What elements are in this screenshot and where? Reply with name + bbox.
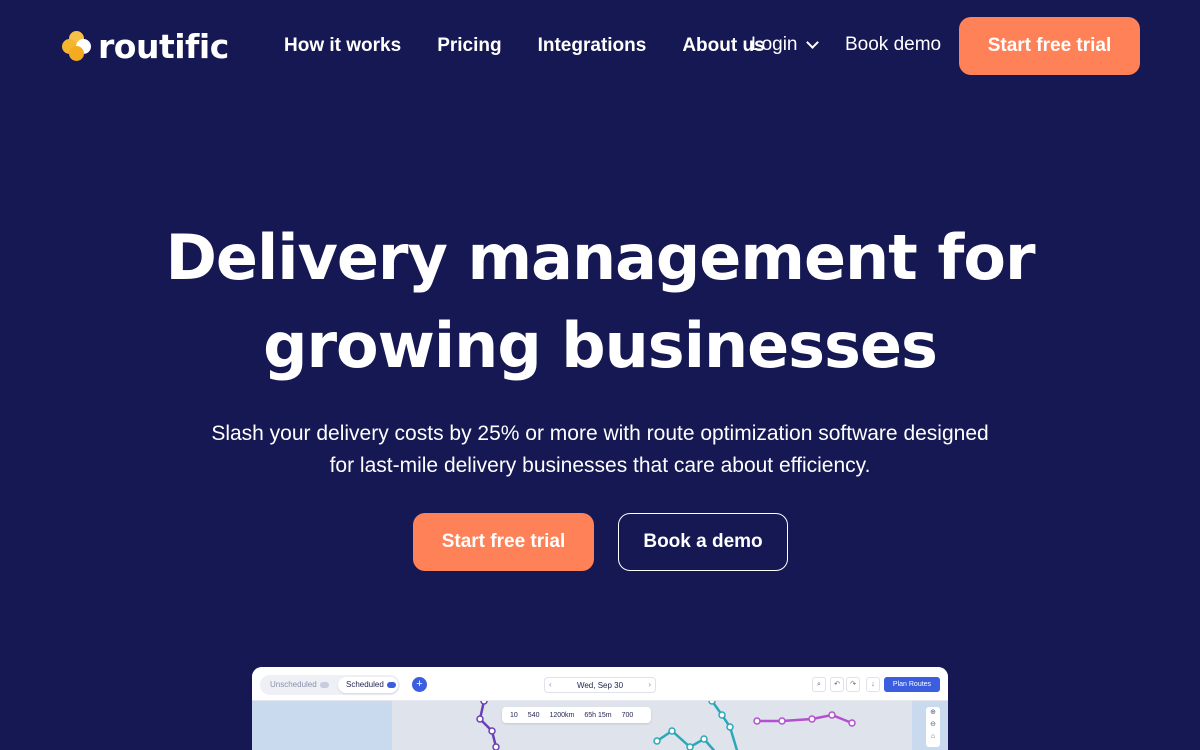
hero-subtitle-line-2: for last-mile delivery businesses that c…: [329, 454, 871, 477]
hero-title-line-1: Delivery management for: [165, 221, 1035, 294]
chevron-down-icon: [805, 36, 819, 49]
plan-routes-button: Plan Routes: [884, 677, 940, 692]
logo-text: routific: [98, 26, 229, 66]
nav-links: How it works Pricing Integrations About …: [284, 34, 801, 58]
map-water: [252, 701, 392, 750]
route-stop-4-4: [700, 735, 708, 743]
route-stop-4-2: [668, 727, 676, 735]
app-preview-toolbar: Unscheduled Scheduled + ‹ Wed, Sep 30 › …: [252, 667, 948, 701]
top-nav: routific How it works Pricing Integratio…: [0, 0, 1200, 92]
hero-subtitle: Slash your delivery costs by 25% or more…: [200, 418, 1000, 482]
route-stop-3-5: [848, 719, 856, 727]
route-line-1: [478, 701, 498, 750]
route-stop-3-2: [778, 717, 786, 725]
hero-title: Delivery management for growing business…: [100, 214, 1100, 390]
stat-stops: 540: [527, 711, 540, 719]
nav-link-how-it-works[interactable]: How it works: [284, 35, 401, 57]
add-icon: +: [412, 677, 427, 692]
date-picker: ‹ Wed, Sep 30 ›: [544, 677, 656, 693]
stat-distance: 1200km: [549, 711, 575, 719]
route-stop-1-1: [480, 701, 488, 705]
route-stop-2-1: [708, 701, 716, 705]
stat-drivers: 10: [510, 711, 518, 719]
hero-subtitle-line-1: Slash your delivery costs by 25% or more…: [211, 422, 989, 445]
unscheduled-count-badge: [319, 682, 330, 688]
route-stop-1-2: [476, 715, 484, 723]
route-stop-1-3: [488, 727, 496, 735]
date-label: Wed, Sep 30: [576, 681, 624, 690]
route-stop-2-2: [718, 711, 726, 719]
nav-link-pricing[interactable]: Pricing: [437, 35, 501, 57]
undo-icon: ↶: [830, 677, 844, 692]
logo-mark-icon: [62, 31, 92, 61]
tab-scheduled: Scheduled: [338, 677, 398, 693]
stat-capacity: 700: [621, 711, 634, 719]
hero-book-demo-button[interactable]: Book a demo: [618, 513, 788, 571]
route-stats-bar: 10 540 1200km 65h 15m 700: [502, 707, 652, 723]
download-icon: ↓: [866, 677, 880, 692]
nav-book-demo-link[interactable]: Book demo: [845, 34, 941, 56]
routific-logo[interactable]: routific: [62, 26, 229, 66]
app-preview-screenshot: Unscheduled Scheduled + ‹ Wed, Sep 30 › …: [252, 667, 948, 750]
route-map: 10 540 1200km 65h 15m 700 ⊕ ⊖ ⌂: [252, 701, 948, 750]
search-icon: ⌕: [812, 677, 826, 692]
stat-duration: 65h 15m: [584, 711, 612, 719]
map-zoom-controls: ⊕ ⊖ ⌂: [926, 707, 940, 747]
nav-link-integrations[interactable]: Integrations: [538, 35, 647, 57]
hero-start-free-trial-button[interactable]: Start free trial: [413, 513, 594, 571]
login-dropdown[interactable]: Login: [751, 34, 819, 56]
route-line-3: [757, 713, 853, 725]
nav-start-free-trial-button[interactable]: Start free trial: [959, 17, 1140, 75]
route-stop-1-4: [492, 743, 500, 750]
route-stop-3-4: [828, 711, 836, 719]
login-label: Login: [751, 34, 798, 55]
route-stop-4-3: [686, 743, 694, 750]
scheduled-count-badge: [386, 682, 397, 688]
hero-title-line-2: growing businesses: [263, 309, 938, 382]
chevron-right-icon: ›: [648, 680, 651, 689]
tab-unscheduled: Unscheduled: [270, 680, 330, 689]
schedule-toggle: Unscheduled Scheduled: [260, 675, 400, 695]
route-stop-4-1: [653, 737, 661, 745]
route-stop-2-3: [726, 723, 734, 731]
route-stop-3-1: [753, 717, 761, 725]
route-stop-3-3: [808, 715, 816, 723]
redo-icon: ↷: [846, 677, 860, 692]
